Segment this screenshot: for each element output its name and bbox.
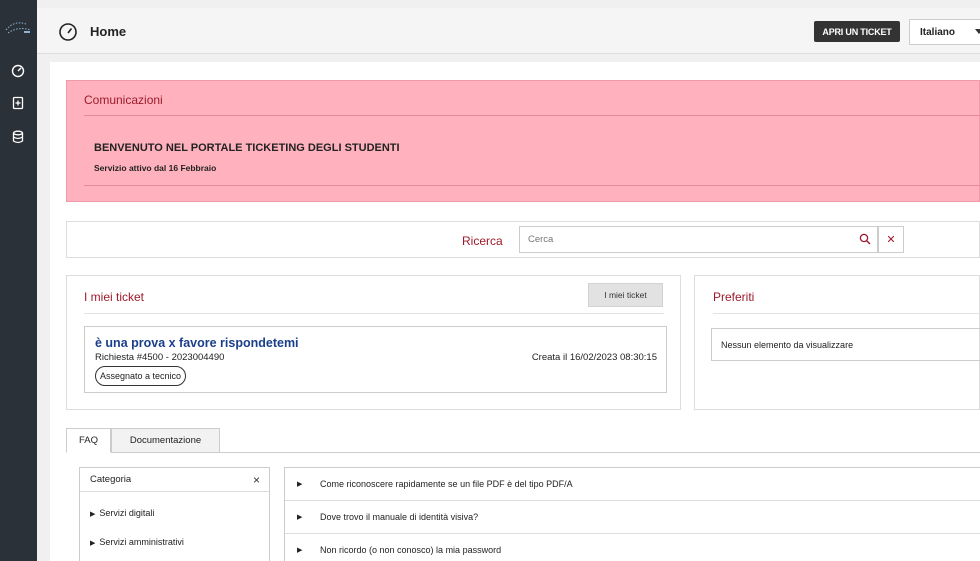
category-item-label: Servizi digitali [99, 508, 155, 518]
category-header: Categoria × [80, 468, 269, 492]
my-tickets-panel: I miei ticket I miei ticket è una prova … [66, 275, 681, 410]
search-panel: Ricerca ✕ [66, 221, 980, 258]
page-title: Home [90, 24, 127, 39]
communications-heading: BENVENUTO NEL PORTALE TICKETING DEGLI ST… [94, 142, 400, 154]
status-badge: Assegnato a tecnico [95, 366, 187, 386]
search-icon[interactable] [859, 233, 871, 245]
dashboard-icon [59, 23, 77, 41]
category-item-label: Servizi amministrativi [99, 537, 184, 547]
caret-right-icon: ▶ [90, 540, 96, 547]
communications-panel: Comunicazioni BENVENUTO NEL PORTALE TICK… [66, 80, 980, 202]
faq-item[interactable]: ▶ Dove trovo il manuale di identità visi… [285, 501, 980, 534]
my-tickets-button[interactable]: I miei ticket [588, 283, 663, 307]
close-icon: ✕ [886, 234, 896, 246]
divider [713, 313, 980, 314]
logo-icon[interactable] [4, 18, 34, 38]
sidebar [0, 0, 37, 561]
top-bar: Home APRI UN TICKET Italiano [37, 0, 980, 62]
tab-documentation[interactable]: Documentazione [111, 428, 220, 453]
divider [84, 115, 980, 116]
database-icon[interactable] [9, 128, 27, 146]
search-input[interactable] [519, 226, 878, 253]
ticket-created-date: Creata il 16/02/2023 08:30:15 [531, 352, 657, 363]
ticket-title-link[interactable]: è una prova x favore rispondetemi [95, 336, 299, 350]
communications-title: Comunicazioni [84, 93, 163, 107]
faq-list: ▶ Come riconoscere rapidamente se un fil… [284, 467, 980, 561]
my-tickets-title: I miei ticket [84, 290, 145, 304]
language-select[interactable]: Italiano [909, 19, 980, 45]
tab-faq[interactable]: FAQ [66, 428, 111, 453]
favorites-empty-message: Nessun elemento da visualizzare [711, 328, 980, 361]
caret-right-icon: ▶ [297, 547, 303, 554]
caret-right-icon: ▶ [90, 511, 96, 518]
category-panel: Categoria × ▶ Servizi digitali ▶ Servizi a… [79, 467, 270, 561]
main-content: Comunicazioni BENVENUTO NEL PORTALE TICK… [50, 62, 980, 561]
category-item[interactable]: ▶ Servizi amministrativi [90, 537, 184, 547]
dashboard-icon[interactable] [9, 62, 27, 80]
ticket-card[interactable]: è una prova x favore rispondetemi Richie… [84, 326, 667, 393]
caret-right-icon: ▶ [297, 481, 303, 488]
faq-item[interactable]: ▶ Come riconoscere rapidamente se un fil… [285, 468, 980, 501]
communications-subtitle: Servizio attivo dal 16 Febbraio [94, 163, 217, 173]
chevron-down-icon[interactable] [975, 29, 980, 34]
category-item[interactable]: ▶ Servizi digitali [90, 508, 154, 518]
faq-question: Non ricordo (o non conosco) la mia passw… [320, 545, 502, 555]
open-ticket-button[interactable]: APRI UN TICKET [814, 21, 900, 42]
search-label: Ricerca [462, 234, 503, 248]
category-title: Categoria [90, 474, 132, 485]
new-document-icon[interactable] [9, 94, 27, 112]
close-icon[interactable]: × [253, 473, 260, 487]
faq-item[interactable]: ▶ Non ricordo (o non conosco) la mia pas… [285, 534, 980, 561]
favorites-panel: Preferiti Nessun elemento da visualizzar… [694, 275, 980, 410]
favorites-title: Preferiti [713, 290, 755, 304]
caret-right-icon: ▶ [297, 514, 303, 521]
divider [84, 313, 664, 314]
faq-question: Dove trovo il manuale di identità visiva… [320, 512, 479, 522]
ticket-number: Richiesta #4500 - 2023004490 [95, 352, 225, 363]
faq-question: Come riconoscere rapidamente se un file … [320, 479, 573, 489]
divider [84, 185, 980, 186]
clear-search-button[interactable]: ✕ [878, 226, 904, 253]
